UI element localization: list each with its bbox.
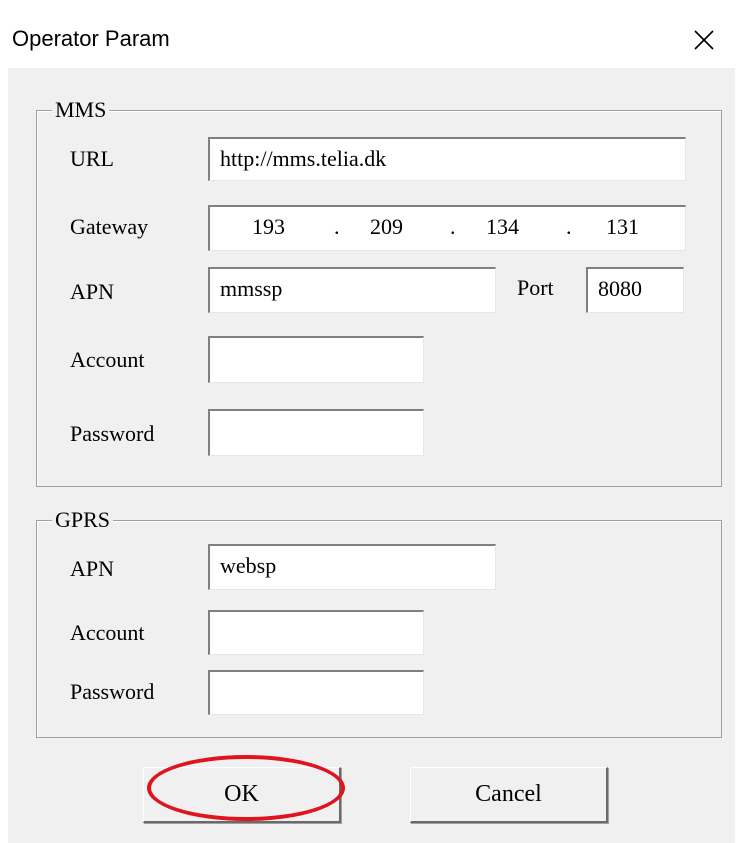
gateway-label: Gateway <box>70 214 149 239</box>
gprs-group-label: GPRS <box>52 509 114 531</box>
gateway-octet-3[interactable]: 134 <box>486 207 519 247</box>
port-label: Port <box>517 275 554 300</box>
gprs-password-field[interactable] <box>208 670 424 715</box>
mms-apn-label: APN <box>70 279 115 304</box>
mms-apn-field[interactable]: mmssp <box>208 267 496 313</box>
gateway-dot-1: . <box>334 214 340 239</box>
gprs-account-field[interactable] <box>208 610 424 655</box>
gateway-dot-3: . <box>566 214 572 239</box>
dialog-body: MMS URL http://mms.telia.dk Gateway 193 … <box>8 68 735 843</box>
mms-password-field[interactable] <box>208 409 424 456</box>
mms-password-label: Password <box>70 421 155 446</box>
close-button[interactable] <box>680 18 728 62</box>
mms-account-field[interactable] <box>208 336 424 383</box>
gprs-account-label: Account <box>70 620 145 645</box>
gateway-octet-2[interactable]: 209 <box>370 207 403 247</box>
mms-group-label: MMS <box>52 99 110 121</box>
ok-button[interactable]: OK <box>143 767 341 823</box>
gateway-dot-2: . <box>450 214 456 239</box>
url-field[interactable]: http://mms.telia.dk <box>208 137 686 181</box>
close-icon <box>694 30 714 50</box>
gateway-octet-1[interactable]: 193 <box>252 207 285 247</box>
title-bar: Operator Param <box>0 0 741 68</box>
cancel-button[interactable]: Cancel <box>410 767 608 823</box>
gprs-password-label: Password <box>70 679 155 704</box>
gprs-apn-label: APN <box>70 556 115 581</box>
window-title: Operator Param <box>12 26 170 51</box>
url-label: URL <box>70 146 114 171</box>
port-field[interactable]: 8080 <box>586 267 684 313</box>
gprs-apn-field[interactable]: websp <box>208 544 496 590</box>
gateway-ip-field[interactable]: 193 . 209 . 134 . 131 <box>208 205 686 251</box>
gateway-octet-4[interactable]: 131 <box>606 207 639 247</box>
mms-account-label: Account <box>70 347 145 372</box>
